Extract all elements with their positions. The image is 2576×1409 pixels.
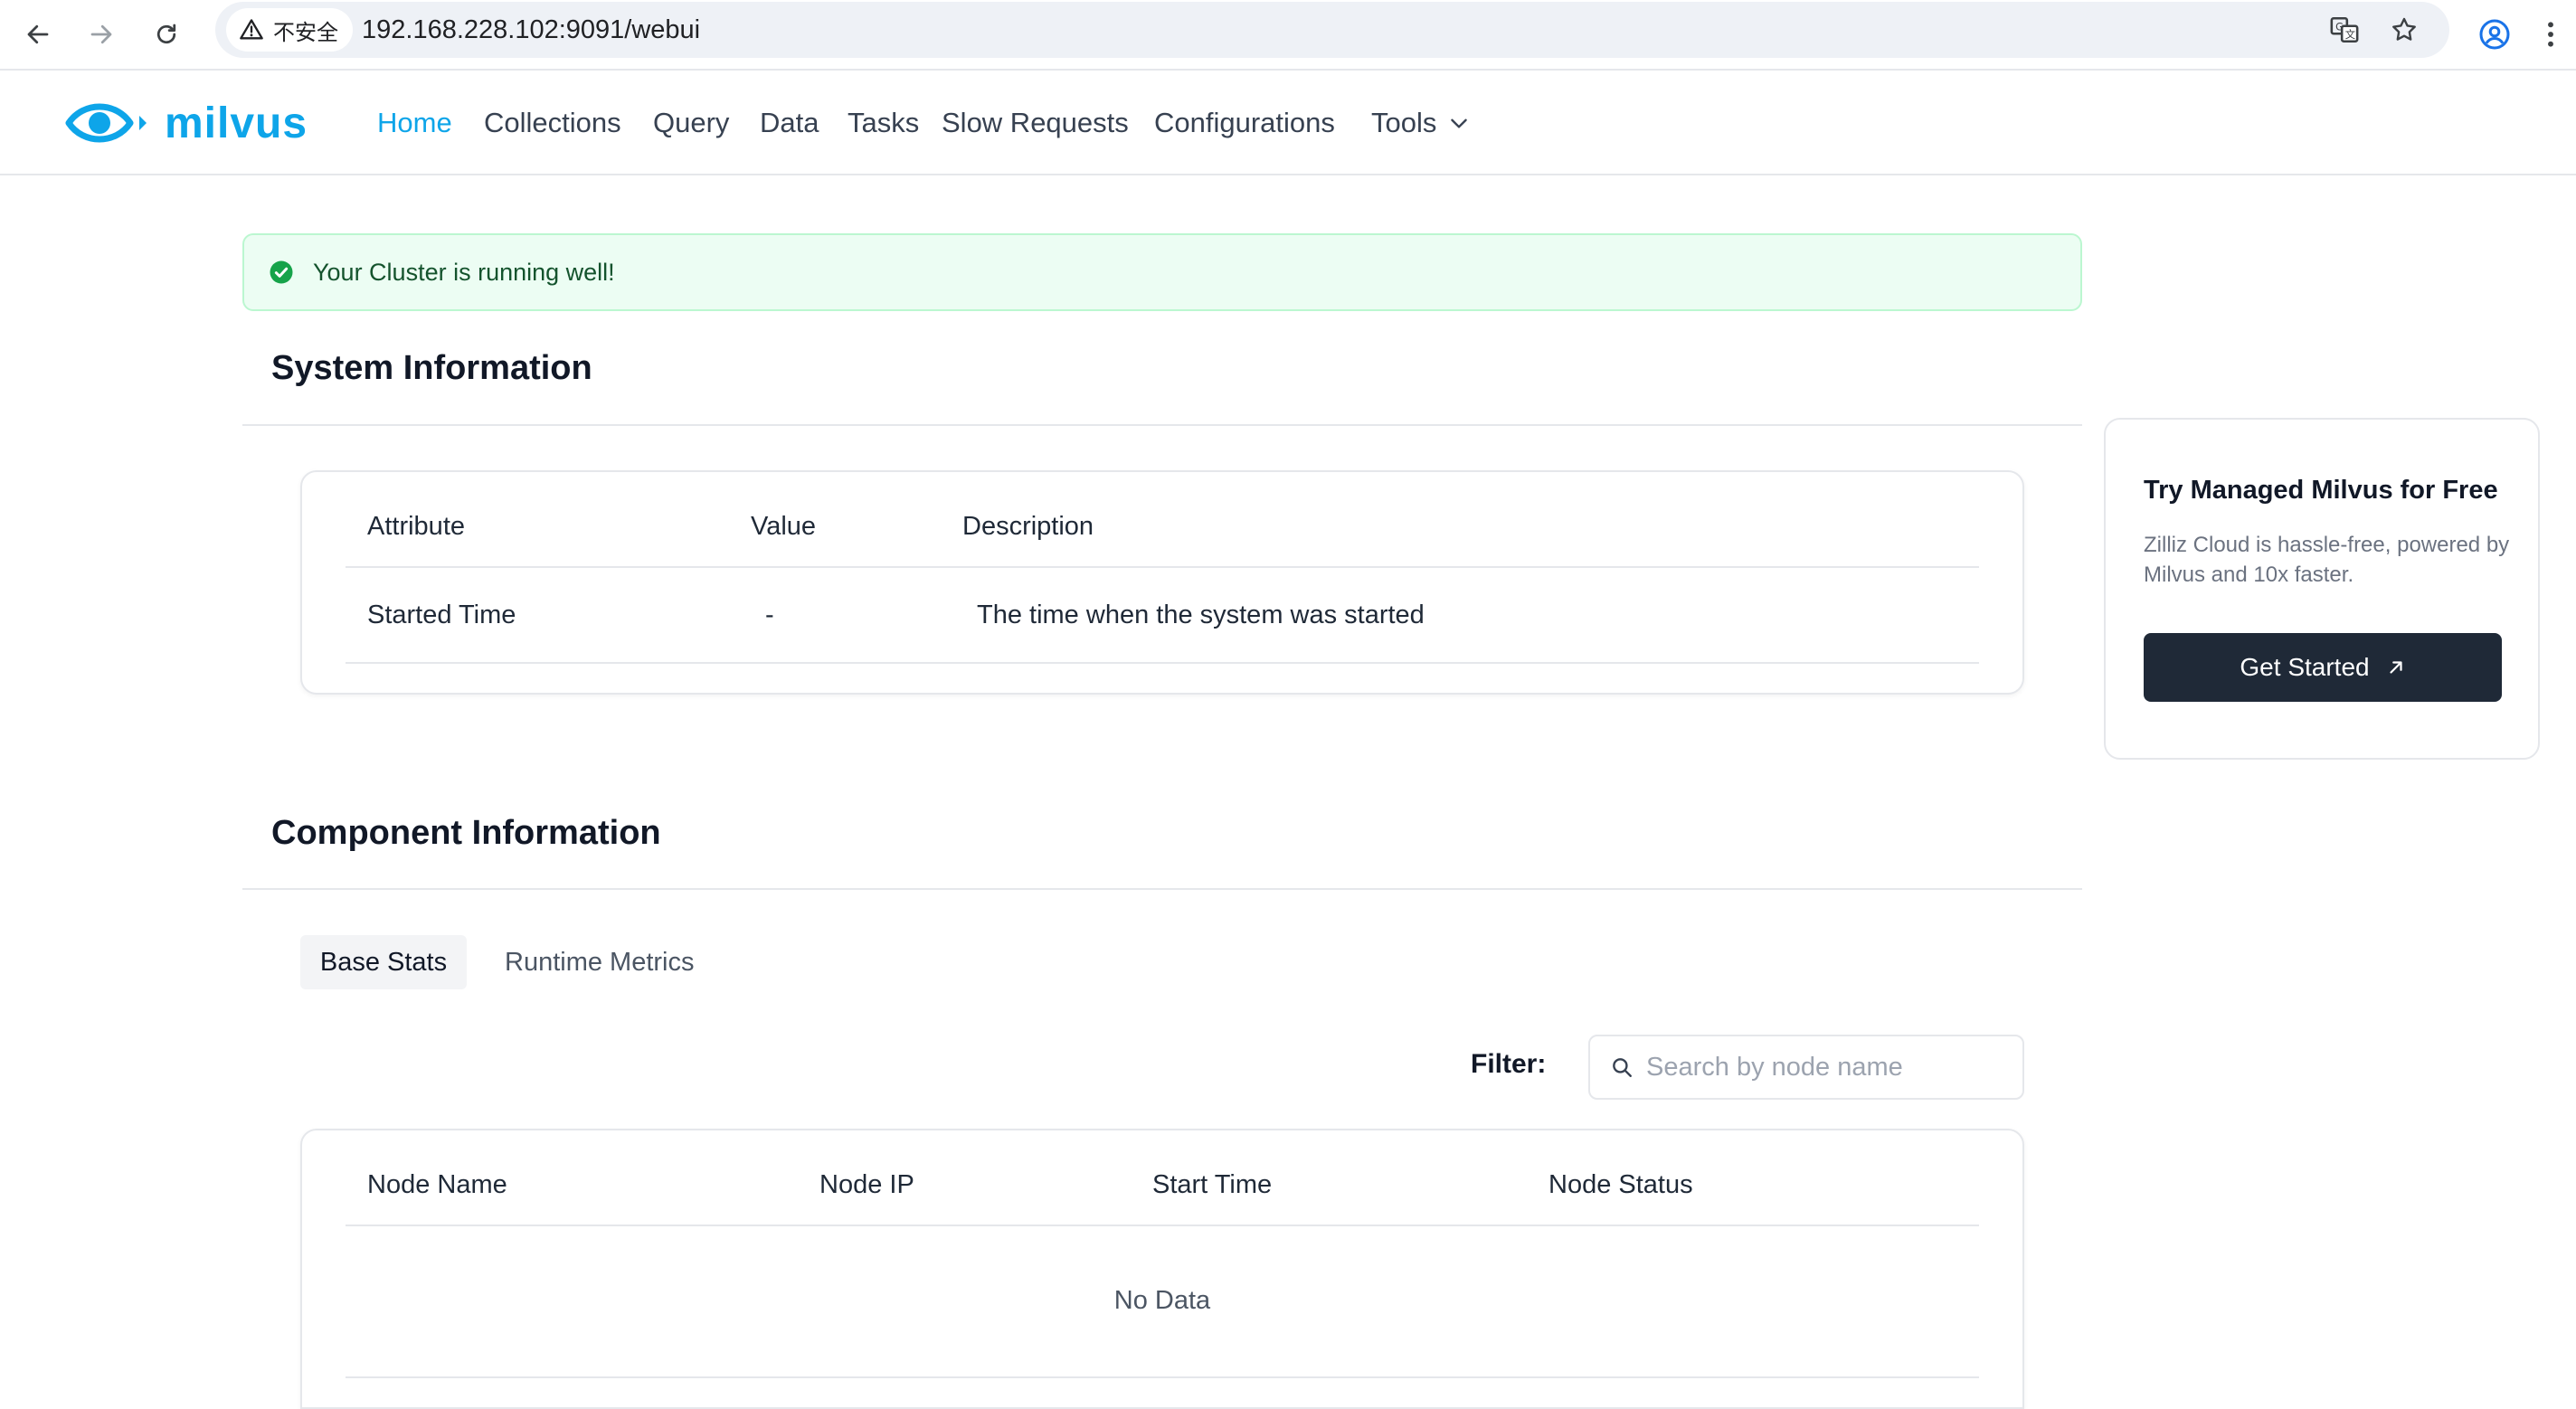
empty-state: No Data: [1113, 1286, 1211, 1315]
profile-button[interactable]: [2469, 9, 2520, 60]
promo-description: Zilliz Cloud is hassle-free, powered by …: [2144, 533, 2510, 587]
reload-icon: [156, 24, 176, 44]
component-info-title: Component Information: [271, 814, 661, 852]
tab-runtime-metrics[interactable]: Runtime Metrics: [505, 935, 695, 989]
security-label: 不安全: [273, 20, 338, 45]
attribute-cell: Started Time: [367, 600, 516, 629]
node-search-box[interactable]: [1588, 1035, 2024, 1100]
milvus-eye-icon: [65, 103, 147, 143]
row-divider: [346, 566, 1979, 568]
column-header: Node Status: [1548, 1170, 1693, 1199]
nav-slow-requests[interactable]: Slow Requests: [942, 103, 1129, 143]
row-divider: [346, 662, 1979, 664]
app-header: milvus Home Collections Query Data Tasks…: [0, 71, 2576, 175]
nav-configurations[interactable]: Configurations: [1154, 103, 1335, 143]
column-header: Attribute: [367, 512, 465, 541]
get-started-label: Get Started: [2240, 653, 2370, 681]
nav-data[interactable]: Data: [760, 103, 819, 143]
promo-title: Try Managed Milvus for Free: [2144, 476, 2498, 505]
address-bar[interactable]: 不安全 192.168.228.102:9091/webui G文: [215, 2, 2449, 58]
divider: [242, 888, 2082, 890]
warning-icon: [240, 19, 263, 40]
value-cell: -: [765, 600, 774, 629]
chevron-down-icon: [1451, 118, 1468, 128]
get-started-button[interactable]: Get Started: [2144, 633, 2502, 702]
back-button[interactable]: [13, 9, 63, 60]
browser-menu-button[interactable]: [2533, 9, 2569, 60]
node-table: Node Name Node IP Start Time Node Status…: [300, 1129, 2024, 1409]
system-info-title: System Information: [271, 349, 592, 387]
nav-tools-label: Tools: [1371, 107, 1437, 138]
nav-collections[interactable]: Collections: [484, 103, 621, 143]
column-header: Node Name: [367, 1170, 507, 1199]
forward-button[interactable]: [76, 9, 127, 60]
alert-message: Your Cluster is running well!: [313, 258, 615, 286]
bookmark-button[interactable]: [2386, 12, 2422, 48]
check-circle-icon: [270, 260, 293, 284]
nav-tasks[interactable]: Tasks: [848, 103, 919, 143]
row-divider: [346, 1376, 1979, 1378]
url-text[interactable]: 192.168.228.102:9091/webui: [362, 2, 700, 58]
milvus-logo[interactable]: milvus: [65, 89, 308, 157]
browser-toolbar: 不安全 192.168.228.102:9091/webui G文: [0, 0, 2576, 71]
column-header: Start Time: [1152, 1170, 1273, 1199]
nav-tools[interactable]: Tools: [1371, 103, 1471, 143]
description-cell: The time when the system was started: [977, 600, 1425, 629]
brand-name: milvus: [165, 99, 308, 147]
translate-icon: G文: [2330, 16, 2359, 43]
row-divider: [346, 1225, 1979, 1226]
cluster-status-alert: Your Cluster is running well!: [242, 233, 2082, 311]
profile-icon: [2479, 19, 2510, 50]
star-icon: [2392, 17, 2416, 41]
node-search-input[interactable]: [1646, 1052, 2008, 1083]
more-vertical-icon: [2548, 22, 2553, 47]
promo-card: Try Managed Milvus for Free Zilliz Cloud…: [2104, 418, 2540, 760]
column-header: Node IP: [819, 1170, 914, 1199]
tab-base-stats[interactable]: Base Stats: [300, 935, 467, 989]
reload-button[interactable]: [141, 9, 192, 60]
security-chip[interactable]: 不安全: [226, 8, 353, 52]
external-arrow-icon: [2389, 661, 2402, 674]
translate-button[interactable]: G文: [2326, 12, 2363, 48]
column-header: Value: [751, 512, 817, 541]
svg-text:文: 文: [2345, 28, 2355, 41]
divider: [242, 424, 2082, 426]
search-icon: [1613, 1058, 1632, 1077]
filter-label: Filter:: [1471, 1049, 1547, 1079]
nav-home[interactable]: Home: [377, 103, 452, 143]
back-arrow-icon: [27, 24, 49, 44]
forward-arrow-icon: [90, 24, 112, 44]
column-header: Description: [962, 512, 1094, 541]
nav-query[interactable]: Query: [653, 103, 729, 143]
system-info-table: Attribute Value Description Started Time…: [300, 470, 2024, 695]
